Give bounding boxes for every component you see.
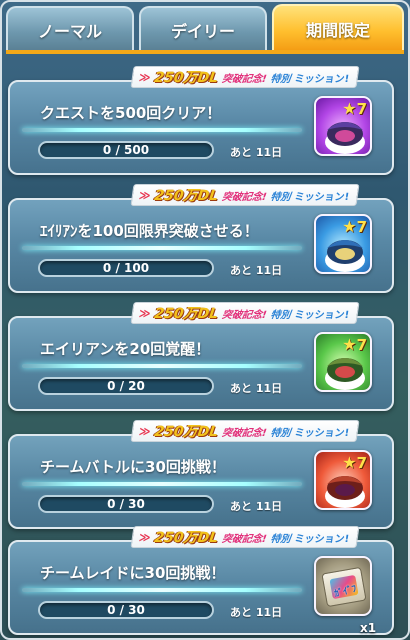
banner-mark: ≫	[137, 306, 152, 320]
alien-character-icon	[325, 358, 365, 390]
banner-mission: ミッション!	[293, 533, 350, 545]
banner-title: 250万DL	[152, 70, 219, 86]
rarity-level: 7	[356, 100, 367, 118]
tab-limited-time[interactable]: 期間限定	[272, 4, 404, 52]
banner-mission: ミッション!	[293, 309, 350, 321]
days-remaining: あと 11日	[230, 500, 283, 513]
progress-bar: 0 / 30	[38, 495, 214, 513]
progress-bar: 0 / 20	[38, 377, 214, 395]
tab-normal[interactable]: ノーマル	[6, 6, 134, 52]
banner-subtitle: 突破記念!	[220, 427, 267, 439]
rarity-star-icon: ★7	[342, 99, 367, 118]
banner-mark: ≫	[137, 530, 152, 544]
mission-title: チームバトルに30回挑戦！	[40, 458, 226, 476]
mission-card-5[interactable]: ≫ 250万DL 突破記念! 特別 ミッション! チームレイドに30回挑戦！ 0…	[8, 526, 394, 635]
banner-special: 特別	[269, 191, 291, 203]
alien-character-icon	[325, 240, 365, 272]
reward-icon[interactable]: ★7	[314, 332, 372, 392]
progress-bar: 0 / 100	[38, 259, 214, 277]
banner-subtitle: 突破記念!	[220, 533, 267, 545]
progress-text: 0 / 100	[102, 261, 150, 275]
banner-title: 250万DL	[152, 424, 219, 440]
mission-card-4[interactable]: ≫ 250万DL 突破記念! 特別 ミッション! チームバトルに30回挑戦！ 0…	[8, 420, 394, 529]
progress-text: 0 / 500	[102, 143, 150, 157]
rarity-star-icon: ★7	[342, 335, 367, 354]
progress-glow	[22, 128, 302, 132]
tab-underline	[6, 50, 404, 54]
reward-icon[interactable]: ★7	[314, 214, 372, 274]
banner-mission: ミッション!	[293, 73, 350, 85]
tab-daily[interactable]: デイリー	[139, 6, 267, 52]
rarity-level: 7	[356, 218, 367, 236]
anniversary-banner: ≫ 250万DL 突破記念! 特別 ミッション!	[130, 526, 360, 548]
reward-icon[interactable]: ★7	[314, 96, 372, 156]
rarity-star-icon: ★7	[342, 453, 367, 472]
progress-bar: 0 / 500	[38, 141, 214, 159]
alien-character-icon	[325, 122, 365, 154]
mission-title: チームレイドに30回挑戦！	[40, 564, 226, 582]
anniversary-banner: ≫ 250万DL 突破記念! 特別 ミッション!	[130, 420, 360, 442]
anniversary-banner: ≫ 250万DL 突破記念! 特別 ミッション!	[130, 302, 360, 324]
mission-card-2[interactable]: ≫ 250万DL 突破記念! 特別 ミッション! ｴｲﾘｱﾝを100回限界突破さ…	[8, 184, 394, 293]
days-remaining: あと 11日	[230, 146, 283, 159]
alien-character-icon	[325, 476, 365, 508]
banner-mission: ミッション!	[293, 191, 350, 203]
mission-card-1[interactable]: ≫ 250万DL 突破記念! 特別 ミッション! クエストを500回クリア！ 0…	[8, 66, 394, 175]
reward-icon[interactable]: ★7	[314, 450, 372, 510]
progress-text: 0 / 20	[107, 379, 145, 393]
banner-title: 250万DL	[152, 306, 219, 322]
banner-subtitle: 突破記念!	[220, 309, 267, 321]
rarity-level: 7	[356, 454, 367, 472]
banner-title: 250万DL	[152, 188, 219, 204]
days-remaining: あと 11日	[230, 264, 283, 277]
mission-title: エイリアンを20回覚醒！	[40, 340, 211, 358]
mission-title: ｴｲﾘｱﾝを100回限界突破させる！	[40, 222, 259, 240]
mission-card-3[interactable]: ≫ 250万DL 突破記念! 特別 ミッション! エイリアンを20回覚醒！ 0 …	[8, 302, 394, 411]
days-remaining: あと 11日	[230, 606, 283, 619]
anniversary-banner: ≫ 250万DL 突破記念! 特別 ミッション!	[130, 184, 360, 206]
reward-quantity: x1	[360, 621, 377, 635]
banner-subtitle: 突破記念!	[220, 191, 267, 203]
rarity-level: 7	[356, 336, 367, 354]
progress-text: 0 / 30	[107, 497, 145, 511]
progress-glow	[22, 246, 302, 250]
anniversary-banner: ≫ 250万DL 突破記念! 特別 ミッション!	[130, 66, 360, 88]
mission-tabs: ノーマル デイリー 期間限定	[6, 4, 404, 52]
progress-bar: 0 / 30	[38, 601, 214, 619]
banner-special: 特別	[269, 309, 291, 321]
banner-title: 250万DL	[152, 530, 219, 546]
banner-mission: ミッション!	[293, 427, 350, 439]
days-remaining: あと 11日	[230, 382, 283, 395]
banner-special: 特別	[269, 73, 291, 85]
rarity-star-icon: ★7	[342, 217, 367, 236]
banner-mark: ≫	[137, 424, 152, 438]
mission-title: クエストを500回クリア！	[40, 104, 222, 122]
reward-item-icon[interactable]: ｶﾞｲﾞﾌ	[314, 556, 372, 616]
progress-glow	[22, 364, 302, 368]
banner-special: 特別	[269, 533, 291, 545]
banner-mark: ≫	[137, 70, 152, 84]
banner-mark: ≫	[137, 188, 152, 202]
banner-special: 特別	[269, 427, 291, 439]
progress-text: 0 / 30	[107, 603, 145, 617]
progress-glow	[22, 588, 302, 592]
progress-glow	[22, 482, 302, 486]
banner-subtitle: 突破記念!	[220, 73, 267, 85]
